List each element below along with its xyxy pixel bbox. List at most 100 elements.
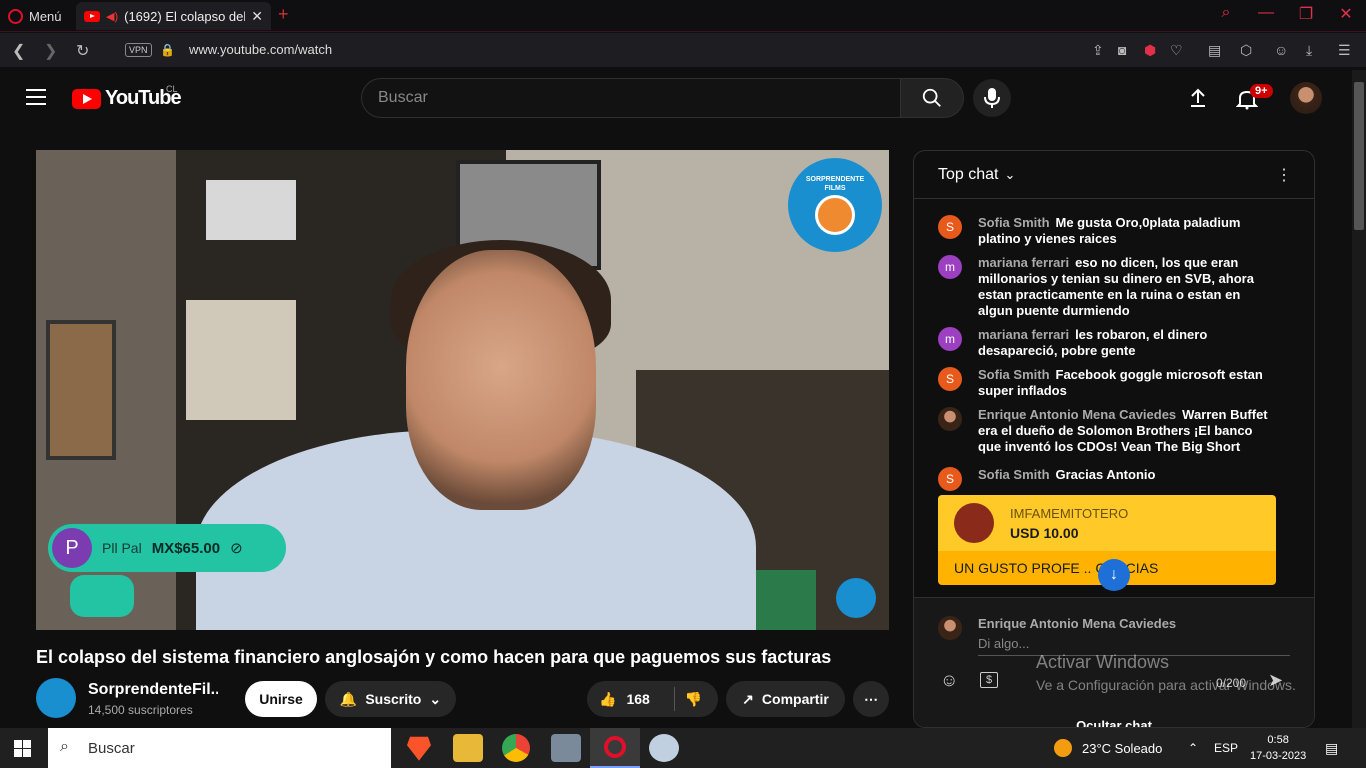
donor-avatar: P bbox=[52, 528, 92, 568]
chat-avatar: S bbox=[938, 367, 962, 391]
wallet-icon[interactable]: ▤ bbox=[1208, 42, 1221, 59]
address-bar: ❮ ❯ ↻ VPN 🔒 www.youtube.com/watch ⇪ ◙ ⬢ … bbox=[0, 33, 1366, 67]
channel-avatar[interactable] bbox=[36, 678, 76, 718]
share-page-icon[interactable]: ⇪ bbox=[1092, 42, 1104, 59]
profile-icon[interactable]: ☺ bbox=[1274, 42, 1288, 58]
notification-center-icon[interactable]: ▤ bbox=[1325, 740, 1338, 757]
chat-avatar: S bbox=[938, 215, 962, 239]
voice-search-button[interactable] bbox=[973, 79, 1011, 117]
speaker-icon[interactable]: ◀) bbox=[106, 10, 118, 23]
minimize-button[interactable]: — bbox=[1254, 4, 1278, 22]
search-button[interactable] bbox=[900, 78, 964, 118]
chat-author[interactable]: Sofia Smith bbox=[978, 215, 1050, 230]
easy-setup-icon[interactable]: ☰ bbox=[1338, 42, 1351, 59]
restore-button[interactable]: ❐ bbox=[1294, 4, 1318, 24]
notification-count-badge: 9+ bbox=[1250, 84, 1273, 98]
chevron-down-icon: ⌄ bbox=[429, 690, 442, 707]
sun-icon bbox=[1054, 739, 1072, 757]
chat-header[interactable]: Top chat ⌄ bbox=[914, 151, 1314, 199]
forward-button[interactable]: ❯ bbox=[44, 41, 57, 61]
chat-message: S Sofia Smith Me gusta Oro,0plata paladiu… bbox=[938, 215, 1278, 247]
chat-author[interactable]: Sofia Smith bbox=[978, 367, 1050, 382]
hide-chat-button[interactable]: Ocultar chat bbox=[914, 718, 1314, 727]
browser-search-icon[interactable]: ⌕ bbox=[1214, 4, 1238, 22]
chat-author[interactable]: Sofia Smith bbox=[978, 467, 1050, 482]
chrome-icon[interactable] bbox=[502, 734, 530, 762]
reload-button[interactable]: ↻ bbox=[76, 41, 89, 61]
menu-label: Menú bbox=[29, 8, 62, 24]
subscribed-button[interactable]: 🔔 Suscrito ⌄ bbox=[325, 681, 456, 717]
download-icon[interactable]: ⤓ bbox=[1306, 42, 1312, 59]
like-button[interactable]: 👍 168 bbox=[599, 691, 650, 708]
file-explorer-icon[interactable] bbox=[453, 734, 483, 762]
person-face bbox=[406, 250, 596, 510]
chat-message: m mariana ferrari eso no dicen, los que e… bbox=[938, 255, 1278, 319]
donation-amount: MX$65.00 bbox=[151, 539, 221, 557]
search-input[interactable]: Buscar bbox=[361, 78, 901, 118]
donor-name: Pll Pal bbox=[102, 540, 142, 556]
youtube-logo[interactable]: YouTube bbox=[72, 87, 182, 110]
chat-avatar: S bbox=[938, 467, 962, 491]
emoji-icon[interactable]: ☺ bbox=[940, 670, 958, 691]
video-player[interactable]: SORPRENDENTE FILMS P Pll Pal MX$65.00 ⊘ bbox=[36, 150, 889, 630]
super-chat-dollar-icon[interactable]: $ bbox=[980, 672, 998, 688]
opera-menu-button[interactable]: Menú bbox=[8, 6, 62, 26]
close-tab-icon[interactable]: ✕ bbox=[251, 8, 263, 25]
lock-icon[interactable]: 🔒 bbox=[160, 43, 175, 57]
paint-icon[interactable] bbox=[649, 734, 679, 762]
bell-ring-icon: 🔔 bbox=[339, 690, 358, 707]
superchat-header: IMFAMEMITOTERO USD 10.00 bbox=[938, 495, 1276, 551]
extensions-icon[interactable]: ⬡ bbox=[1240, 42, 1252, 59]
chat-message: S Sofia Smith Facebook goggle microsoft e… bbox=[938, 367, 1278, 399]
scrollbar-thumb[interactable] bbox=[1354, 82, 1364, 230]
superchat-amount: USD 10.00 bbox=[1010, 524, 1079, 541]
adblock-icon[interactable]: ⬢ bbox=[1144, 42, 1156, 59]
clock[interactable]: 0:58 17-03-2023 bbox=[1250, 732, 1306, 764]
search-icon bbox=[922, 88, 941, 107]
brave-browser-icon[interactable] bbox=[407, 736, 431, 761]
notepad-icon[interactable] bbox=[551, 734, 581, 762]
chat-text: Gracias Antonio bbox=[1055, 467, 1156, 482]
opera-taskbar-button[interactable] bbox=[590, 728, 640, 768]
scroll-to-bottom-button[interactable]: ↓ bbox=[1098, 559, 1130, 591]
tray-chevron-icon[interactable]: ⌃ bbox=[1188, 741, 1198, 755]
chat-author[interactable]: mariana ferrari bbox=[978, 327, 1069, 342]
share-button[interactable]: ↗ Compartir bbox=[726, 681, 845, 717]
chat-author[interactable]: mariana ferrari bbox=[978, 255, 1069, 270]
chat-message: Enrique Antonio Mena Caviedes Warren Buff… bbox=[938, 407, 1278, 455]
region-code: CL bbox=[166, 84, 178, 94]
browser-tab[interactable]: ◀) (1692) El colapso del sis ✕ bbox=[76, 2, 271, 30]
vpn-badge[interactable]: VPN bbox=[125, 43, 152, 57]
like-count: 168 bbox=[626, 691, 650, 707]
create-upload-button[interactable] bbox=[1188, 88, 1208, 113]
back-button[interactable]: ❮ bbox=[12, 41, 25, 61]
hamburger-menu-icon[interactable] bbox=[26, 89, 46, 105]
more-actions-button[interactable]: ⋯ bbox=[853, 681, 889, 717]
opera-icon bbox=[604, 736, 626, 758]
weather-widget[interactable]: 23°C Soleado bbox=[1054, 739, 1162, 757]
taskbar-search-icon: ⌕ bbox=[60, 738, 69, 755]
duck-mascot-icon bbox=[815, 195, 855, 235]
donation-check-icon: ⊘ bbox=[230, 540, 243, 557]
channel-name[interactable]: SorprendenteFil... bbox=[88, 681, 218, 699]
activation-watermark-title: Activar Windows bbox=[1036, 652, 1170, 672]
snapshot-icon[interactable]: ◙ bbox=[1118, 42, 1126, 58]
close-window-button[interactable]: ✕ bbox=[1334, 4, 1358, 24]
chat-author[interactable]: Enrique Antonio Mena Caviedes bbox=[978, 407, 1176, 422]
input-language[interactable]: ESP bbox=[1214, 741, 1238, 755]
thumbs-down-icon[interactable]: 👎 bbox=[685, 691, 702, 708]
tab-title: (1692) El colapso del sis bbox=[124, 8, 246, 24]
url-field[interactable]: www.youtube.com/watch bbox=[189, 42, 332, 57]
account-avatar[interactable] bbox=[1290, 82, 1322, 114]
join-button[interactable]: Unirse bbox=[245, 681, 317, 717]
taskbar-search-box[interactable]: Buscar bbox=[48, 728, 391, 768]
heart-icon[interactable]: ♡ bbox=[1170, 42, 1183, 59]
binders bbox=[206, 180, 296, 240]
new-tab-button[interactable]: + bbox=[278, 4, 289, 25]
chat-message: S Sofia Smith Gracias Antonio bbox=[938, 467, 1278, 491]
windows-start-icon[interactable] bbox=[14, 740, 31, 757]
chevron-down-icon: ⌄ bbox=[1004, 166, 1016, 182]
papers bbox=[186, 300, 296, 420]
chat-menu-icon[interactable]: ⋮ bbox=[1276, 165, 1292, 185]
superchat-author[interactable]: IMFAMEMITOTERO bbox=[1010, 506, 1128, 521]
